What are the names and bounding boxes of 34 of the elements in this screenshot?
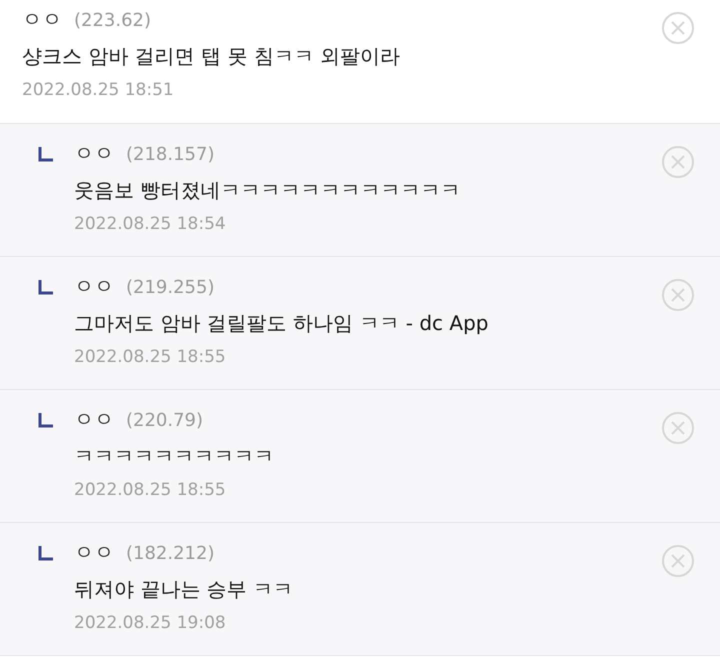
ip-address: (220.79) [126, 410, 204, 431]
delete-button[interactable] [662, 12, 694, 44]
comment-date: 2022.08.25 18:55 [74, 347, 227, 367]
close-icon [670, 287, 686, 303]
close-icon [670, 20, 686, 36]
author-name: ㅇㅇ [74, 406, 114, 433]
author-name: ㅇㅇ [74, 539, 114, 566]
comment-text: 그마저도 암바 걸릴팔도 하나임 ㅋㅋ - dc App [74, 310, 490, 337]
close-icon [670, 553, 686, 569]
delete-button[interactable] [662, 279, 694, 311]
ip-address: (218.157) [126, 144, 214, 165]
close-icon [670, 420, 686, 436]
reply-icon [38, 545, 54, 561]
author-name: ㅇㅇ [74, 140, 114, 167]
delete-button[interactable] [662, 146, 694, 178]
comment-text: 웃음보 빵터졌네ㅋㅋㅋㅋㅋㅋㅋㅋㅋㅋㅋㅋ [74, 177, 462, 204]
ip-address: (182.212) [126, 543, 214, 564]
ip-address: (219.255) [126, 277, 214, 298]
comment-date: 2022.08.25 18:55 [74, 480, 227, 500]
comment-date: 2022.08.25 18:54 [74, 214, 227, 234]
reply-icon [38, 146, 54, 162]
reply-icon [38, 412, 54, 428]
comment-date: 2022.08.25 18:51 [22, 80, 175, 100]
ip-address: (223.62) [74, 10, 152, 31]
comment-text: ㅋㅋㅋㅋㅋㅋㅋㅋㅋㅋ [74, 443, 275, 470]
comment-text: 뒤져야 끝나는 승부 ㅋㅋ [74, 576, 294, 603]
delete-button[interactable] [662, 412, 694, 444]
author-name: ㅇㅇ [22, 6, 62, 33]
comment-date: 2022.08.25 19:08 [74, 613, 227, 633]
reply-icon [38, 279, 54, 295]
delete-button[interactable] [662, 545, 694, 577]
author-name: ㅇㅇ [74, 273, 114, 300]
close-icon [670, 154, 686, 170]
comment-text: 샹크스 암바 걸리면 탭 못 침ㅋㅋ 외팔이라 [22, 43, 402, 70]
